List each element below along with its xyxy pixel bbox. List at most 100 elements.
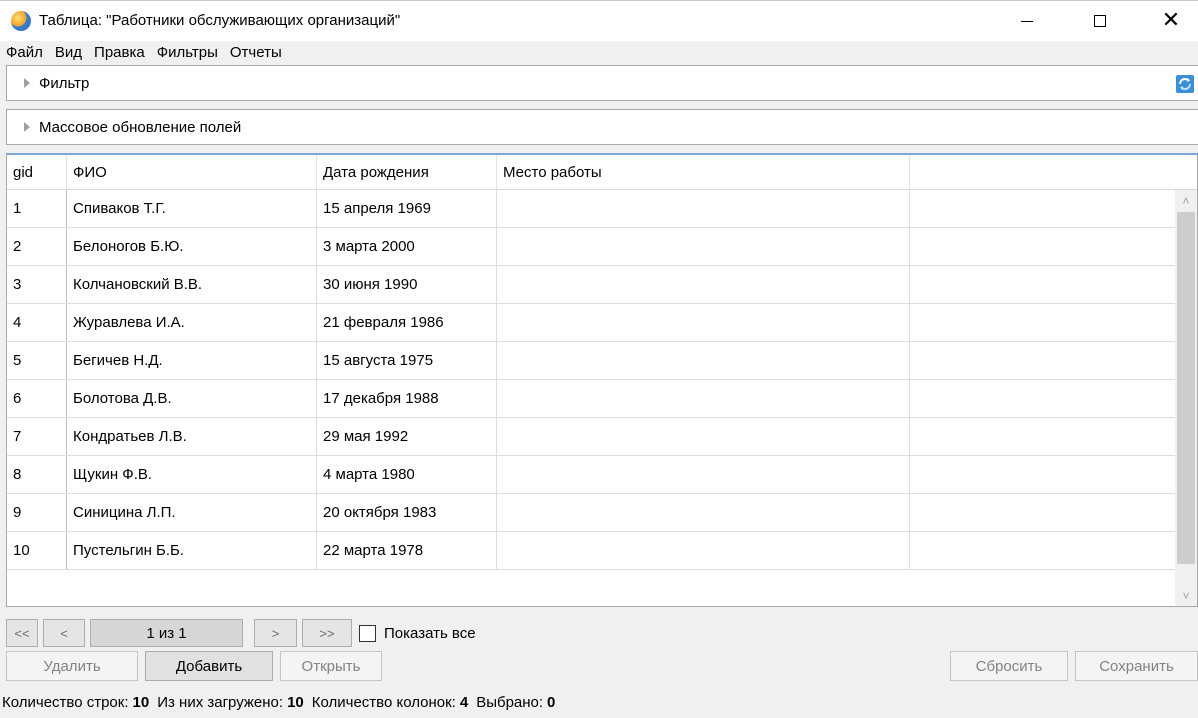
minimize-button[interactable] bbox=[1000, 1, 1054, 41]
cell-fio[interactable]: Синицина Л.П. bbox=[67, 494, 317, 531]
cell-filler[interactable] bbox=[910, 342, 1176, 379]
cell-workplace[interactable] bbox=[497, 228, 910, 265]
cell-filler[interactable] bbox=[910, 456, 1176, 493]
cell-workplace[interactable] bbox=[497, 418, 910, 455]
menu-reports[interactable]: Отчеты bbox=[224, 41, 288, 65]
close-icon: ✕ bbox=[1161, 8, 1181, 33]
table-row[interactable]: 2 Белоногов Б.Ю. 3 марта 2000 bbox=[7, 228, 1176, 266]
table-row[interactable]: 4 Журавлева И.А. 21 февраля 1986 bbox=[7, 304, 1176, 342]
cell-gid[interactable]: 9 bbox=[7, 494, 67, 531]
cell-gid[interactable]: 7 bbox=[7, 418, 67, 455]
cell-filler[interactable] bbox=[910, 532, 1176, 569]
cell-fio[interactable]: Пустельгин Б.Б. bbox=[67, 532, 317, 569]
table-row[interactable]: 10 Пустельгин Б.Б. 22 марта 1978 bbox=[7, 532, 1176, 570]
cell-gid[interactable]: 5 bbox=[7, 342, 67, 379]
close-button[interactable]: ✕ bbox=[1144, 1, 1198, 41]
reset-button[interactable]: Сбросить bbox=[950, 651, 1068, 681]
cell-gid[interactable]: 8 bbox=[7, 456, 67, 493]
cell-filler[interactable] bbox=[910, 266, 1176, 303]
scroll-up-icon[interactable]: ˄ bbox=[1175, 190, 1197, 212]
cell-workplace[interactable] bbox=[497, 266, 910, 303]
cell-gid[interactable]: 3 bbox=[7, 266, 67, 303]
cell-fio[interactable]: Спиваков Т.Г. bbox=[67, 190, 317, 227]
open-button[interactable]: Открыть bbox=[280, 651, 382, 681]
cell-birth-date[interactable]: 29 мая 1992 bbox=[317, 418, 497, 455]
cell-filler[interactable] bbox=[910, 228, 1176, 265]
table-row[interactable]: 6 Болотова Д.В. 17 декабря 1988 bbox=[7, 380, 1176, 418]
cell-filler[interactable] bbox=[910, 494, 1176, 531]
mass-update-expander[interactable]: Массовое обновление полей bbox=[6, 109, 1198, 145]
table-row[interactable]: 7 Кондратьев Л.В. 29 мая 1992 bbox=[7, 418, 1176, 456]
cell-birth-date[interactable]: 15 апреля 1969 bbox=[317, 190, 497, 227]
cell-filler[interactable] bbox=[910, 380, 1176, 417]
cell-gid[interactable]: 2 bbox=[7, 228, 67, 265]
scroll-down-icon[interactable]: ˅ bbox=[1175, 585, 1197, 606]
menu-edit[interactable]: Правка bbox=[88, 41, 151, 65]
status-selected-value: 0 bbox=[547, 693, 556, 711]
cell-birth-date[interactable]: 21 февраля 1986 bbox=[317, 304, 497, 341]
table-row[interactable]: 9 Синицина Л.П. 20 октября 1983 bbox=[7, 494, 1176, 532]
cell-gid[interactable]: 1 bbox=[7, 190, 67, 227]
menu-file[interactable]: Файл bbox=[0, 41, 49, 65]
cell-gid[interactable]: 10 bbox=[7, 532, 67, 569]
status-loaded-label: Из них загружено: bbox=[157, 693, 284, 711]
cell-fio[interactable]: Болотова Д.В. bbox=[67, 380, 317, 417]
next-page-button[interactable]: > bbox=[254, 619, 297, 647]
cell-fio[interactable]: Кондратьев Л.В. bbox=[67, 418, 317, 455]
cell-workplace[interactable] bbox=[497, 532, 910, 569]
cell-workplace[interactable] bbox=[497, 494, 910, 531]
cell-birth-date[interactable]: 3 марта 2000 bbox=[317, 228, 497, 265]
column-header-workplace[interactable]: Место работы bbox=[497, 155, 910, 190]
cell-workplace[interactable] bbox=[497, 456, 910, 493]
cell-filler[interactable] bbox=[910, 190, 1176, 227]
column-header-fio[interactable]: ФИО bbox=[67, 155, 317, 190]
data-grid: gid ФИО Дата рождения Место работы 1 Спив… bbox=[6, 153, 1198, 607]
column-header-filler bbox=[910, 155, 1176, 190]
cell-birth-date[interactable]: 20 октября 1983 bbox=[317, 494, 497, 531]
cell-birth-date[interactable]: 30 июня 1990 bbox=[317, 266, 497, 303]
cell-fio[interactable]: Бегичев Н.Д. bbox=[67, 342, 317, 379]
status-rows-label: Количество строк: bbox=[2, 693, 129, 711]
cell-birth-date[interactable]: 4 марта 1980 bbox=[317, 456, 497, 493]
column-header-birth-date[interactable]: Дата рождения bbox=[317, 155, 497, 190]
cell-fio[interactable]: Белоногов Б.Ю. bbox=[67, 228, 317, 265]
scroll-thumb[interactable] bbox=[1177, 212, 1195, 564]
show-all-toggle[interactable]: Показать все bbox=[359, 624, 476, 642]
page-indicator: 1 из 1 bbox=[90, 619, 243, 647]
cell-workplace[interactable] bbox=[497, 380, 910, 417]
cell-birth-date[interactable]: 22 марта 1978 bbox=[317, 532, 497, 569]
table-row[interactable]: 1 Спиваков Т.Г. 15 апреля 1969 bbox=[7, 190, 1176, 228]
cell-gid[interactable]: 6 bbox=[7, 380, 67, 417]
menu-view[interactable]: Вид bbox=[49, 41, 88, 65]
cell-gid[interactable]: 4 bbox=[7, 304, 67, 341]
refresh-icon[interactable] bbox=[1176, 75, 1194, 93]
menu-filters[interactable]: Фильтры bbox=[151, 41, 224, 65]
table-row[interactable]: 8 Щукин Ф.В. 4 марта 1980 bbox=[7, 456, 1176, 494]
first-page-button[interactable]: << bbox=[6, 619, 38, 647]
table-row[interactable]: 3 Колчановский В.В. 30 июня 1990 bbox=[7, 266, 1176, 304]
cell-fio[interactable]: Щукин Ф.В. bbox=[67, 456, 317, 493]
status-selected-label: Выбрано: bbox=[476, 693, 544, 711]
cell-filler[interactable] bbox=[910, 418, 1176, 455]
vertical-scrollbar[interactable]: ˄ ˅ bbox=[1175, 190, 1197, 606]
cell-birth-date[interactable]: 15 августа 1975 bbox=[317, 342, 497, 379]
cell-workplace[interactable] bbox=[497, 304, 910, 341]
save-button[interactable]: Сохранить bbox=[1075, 651, 1198, 681]
prev-page-button[interactable]: < bbox=[43, 619, 85, 647]
show-all-checkbox[interactable] bbox=[359, 624, 376, 642]
cell-workplace[interactable] bbox=[497, 342, 910, 379]
delete-button[interactable]: Удалить bbox=[6, 651, 138, 681]
cell-birth-date[interactable]: 17 декабря 1988 bbox=[317, 380, 497, 417]
cell-filler[interactable] bbox=[910, 304, 1176, 341]
cell-workplace[interactable] bbox=[497, 190, 910, 227]
table-row[interactable]: 5 Бегичев Н.Д. 15 августа 1975 bbox=[7, 342, 1176, 380]
add-button[interactable]: Добавить bbox=[145, 651, 273, 681]
maximize-button[interactable] bbox=[1073, 1, 1127, 41]
status-rows-value: 10 bbox=[132, 693, 150, 711]
show-all-label: Показать все bbox=[384, 624, 476, 642]
column-header-gid[interactable]: gid bbox=[7, 155, 67, 190]
cell-fio[interactable]: Журавлева И.А. bbox=[67, 304, 317, 341]
filter-expander[interactable]: Фильтр bbox=[6, 65, 1198, 101]
last-page-button[interactable]: >> bbox=[302, 619, 352, 647]
cell-fio[interactable]: Колчановский В.В. bbox=[67, 266, 317, 303]
